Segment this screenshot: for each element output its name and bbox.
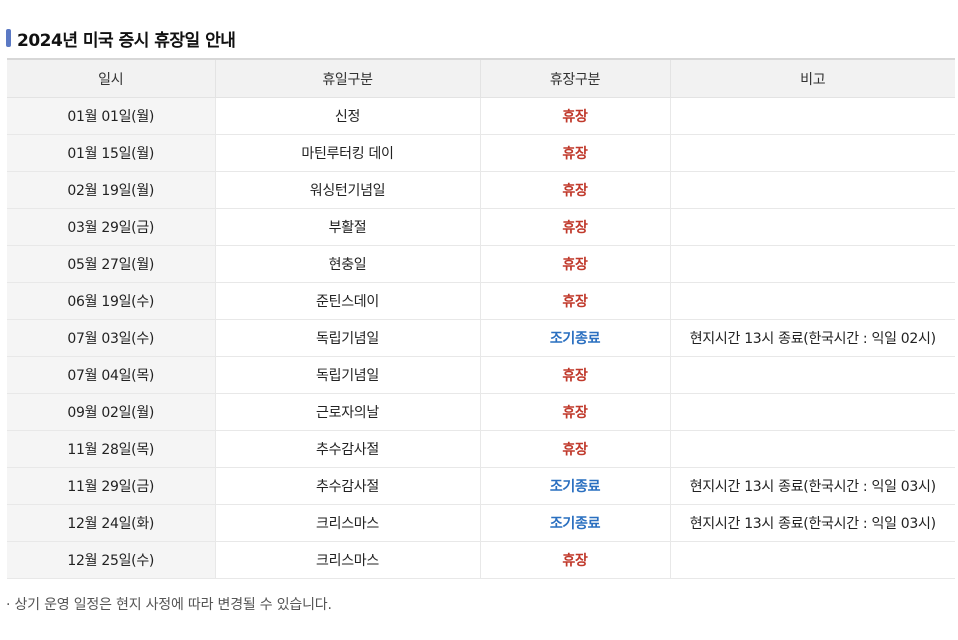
status-cell: 휴장 bbox=[479, 541, 670, 579]
table-row: 11월 29일(금) 추수감사절 조기종료 현지시간 13시 종료(한국시간 : 익일… bbox=[7, 467, 955, 505]
holiday-cell: 준틴스데이 bbox=[214, 282, 480, 320]
date-cell: 12월 25일(수) bbox=[7, 541, 215, 579]
header-date: 일시 bbox=[7, 58, 215, 98]
table-row: 02월 19일(월) 워싱턴기념일 휴장 bbox=[7, 171, 955, 209]
holiday-table: 일시 휴일구분 휴장구분 비고 01월 01일(월) 신정 휴장 01월 15일(월)… bbox=[7, 58, 955, 579]
table-row: 12월 25일(수) 크리스마스 휴장 bbox=[7, 541, 955, 579]
table-row: 03월 29일(금) 부활절 휴장 bbox=[7, 208, 955, 246]
status-cell: 휴장 bbox=[479, 171, 670, 209]
status-cell: 휴장 bbox=[479, 356, 670, 394]
header-closure-type: 휴장구분 bbox=[479, 58, 670, 98]
holiday-cell: 크리스마스 bbox=[214, 504, 480, 542]
table-row: 12월 24일(화) 크리스마스 조기종료 현지시간 13시 종료(한국시간 : 익일… bbox=[7, 504, 955, 542]
note-cell bbox=[669, 541, 955, 579]
status-cell: 휴장 bbox=[479, 393, 670, 431]
date-cell: 01월 15일(월) bbox=[7, 134, 215, 172]
status-cell: 휴장 bbox=[479, 282, 670, 320]
status-cell: 휴장 bbox=[479, 97, 670, 135]
table-body: 01월 01일(월) 신정 휴장 01월 15일(월) 마틴루터킹 데이 휴장 02월 19… bbox=[7, 97, 955, 579]
table-row: 05월 27일(월) 현충일 휴장 bbox=[7, 245, 955, 283]
holiday-cell: 추수감사절 bbox=[214, 430, 480, 468]
note-cell bbox=[669, 245, 955, 283]
table-row: 07월 03일(수) 독립기념일 조기종료 현지시간 13시 종료(한국시간 : 익일… bbox=[7, 319, 955, 357]
holiday-cell: 독립기념일 bbox=[214, 319, 480, 357]
header-remarks: 비고 bbox=[669, 58, 955, 98]
note-cell bbox=[669, 356, 955, 394]
date-cell: 07월 04일(목) bbox=[7, 356, 215, 394]
note-cell: 현지시간 13시 종료(한국시간 : 익일 03시) bbox=[669, 504, 955, 542]
table-row: 07월 04일(목) 독립기념일 휴장 bbox=[7, 356, 955, 394]
table-row: 06월 19일(수) 준틴스데이 휴장 bbox=[7, 282, 955, 320]
section-header: 2024년 미국 증시 휴장일 안내 bbox=[6, 26, 236, 51]
holiday-cell: 독립기념일 bbox=[214, 356, 480, 394]
date-cell: 07월 03일(수) bbox=[7, 319, 215, 357]
date-cell: 01월 01일(월) bbox=[7, 97, 215, 135]
status-cell: 휴장 bbox=[479, 430, 670, 468]
holiday-cell: 현충일 bbox=[214, 245, 480, 283]
date-cell: 11월 28일(목) bbox=[7, 430, 215, 468]
footnote: · 상기 운영 일정은 현지 사정에 따라 변경될 수 있습니다. bbox=[6, 597, 332, 613]
holiday-cell: 크리스마스 bbox=[214, 541, 480, 579]
date-cell: 12월 24일(화) bbox=[7, 504, 215, 542]
date-cell: 09월 02일(월) bbox=[7, 393, 215, 431]
note-cell: 현지시간 13시 종료(한국시간 : 익일 03시) bbox=[669, 467, 955, 505]
status-cell: 휴장 bbox=[479, 245, 670, 283]
date-cell: 05월 27일(월) bbox=[7, 245, 215, 283]
date-cell: 02월 19일(월) bbox=[7, 171, 215, 209]
holiday-cell: 워싱턴기념일 bbox=[214, 171, 480, 209]
status-cell: 휴장 bbox=[479, 208, 670, 246]
table-row: 01월 01일(월) 신정 휴장 bbox=[7, 97, 955, 135]
note-cell bbox=[669, 134, 955, 172]
table-row: 01월 15일(월) 마틴루터킹 데이 휴장 bbox=[7, 134, 955, 172]
status-cell: 조기종료 bbox=[479, 319, 670, 357]
holiday-cell: 신정 bbox=[214, 97, 480, 135]
note-cell bbox=[669, 208, 955, 246]
status-cell: 조기종료 bbox=[479, 467, 670, 505]
note-cell: 현지시간 13시 종료(한국시간 : 익일 02시) bbox=[669, 319, 955, 357]
note-cell bbox=[669, 282, 955, 320]
table-row: 09월 02일(월) 근로자의날 휴장 bbox=[7, 393, 955, 431]
holiday-cell: 마틴루터킹 데이 bbox=[214, 134, 480, 172]
holiday-cell: 부활절 bbox=[214, 208, 480, 246]
holiday-cell: 추수감사절 bbox=[214, 467, 480, 505]
note-cell bbox=[669, 393, 955, 431]
header-holiday-type: 휴일구분 bbox=[214, 58, 480, 98]
date-cell: 06월 19일(수) bbox=[7, 282, 215, 320]
date-cell: 03월 29일(금) bbox=[7, 208, 215, 246]
note-cell bbox=[669, 97, 955, 135]
status-cell: 휴장 bbox=[479, 134, 670, 172]
table-row: 11월 28일(목) 추수감사절 휴장 bbox=[7, 430, 955, 468]
date-cell: 11월 29일(금) bbox=[7, 467, 215, 505]
note-cell bbox=[669, 171, 955, 209]
table-header-row: 일시 휴일구분 휴장구분 비고 bbox=[7, 58, 955, 98]
status-cell: 조기종료 bbox=[479, 504, 670, 542]
note-cell bbox=[669, 430, 955, 468]
title-accent-bar bbox=[6, 29, 11, 47]
holiday-cell: 근로자의날 bbox=[214, 393, 480, 431]
page-title: 2024년 미국 증시 휴장일 안내 bbox=[17, 30, 236, 51]
